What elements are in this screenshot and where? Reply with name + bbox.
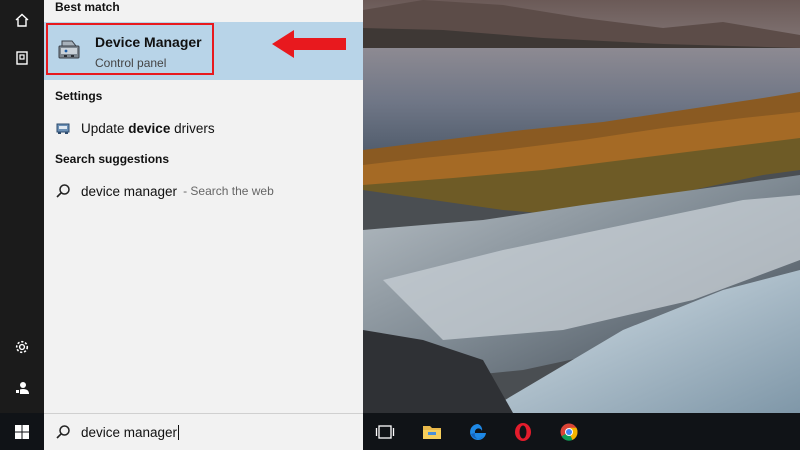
home-icon [15, 13, 29, 27]
text-caret [178, 425, 180, 440]
search-results-panel: Best match Device Manager Control panel … [44, 0, 363, 413]
taskbar-search-box[interactable]: device manager [44, 413, 363, 450]
windows-logo-icon [15, 424, 29, 439]
update-device-drivers-label: Update device drivers [81, 120, 215, 136]
opera-icon [515, 422, 531, 441]
web-suggestion-hint: - Search the web [183, 184, 274, 198]
file-explorer-button[interactable] [410, 413, 454, 450]
edge-icon [470, 423, 486, 440]
documents-button[interactable] [0, 38, 44, 78]
drivers-icon [56, 123, 70, 134]
red-arrow-annotation [272, 30, 346, 58]
search-suggestions-heading: Search suggestions [55, 152, 170, 166]
chrome-browser-button[interactable] [547, 413, 591, 450]
start-button[interactable] [0, 413, 44, 450]
device-manager-icon [58, 40, 80, 59]
desktop-wallpaper [363, 0, 800, 413]
task-view-icon [375, 424, 395, 439]
settings-heading: Settings [55, 89, 103, 103]
device-manager-title: Device Manager [95, 34, 202, 50]
search-icon [56, 425, 70, 439]
start-rail [0, 0, 44, 413]
task-view-button[interactable] [363, 413, 407, 450]
search-icon [56, 184, 70, 198]
web-suggestion-text: device manager [81, 183, 178, 199]
account-button[interactable] [0, 368, 44, 408]
opera-browser-button[interactable] [501, 413, 545, 450]
device-manager-subtitle: Control panel [95, 56, 167, 70]
settings-button[interactable] [0, 327, 44, 367]
update-device-drivers-item[interactable]: Update device drivers [44, 114, 363, 142]
file-explorer-icon [423, 425, 441, 439]
gear-icon [15, 340, 29, 354]
landscape-image [363, 0, 800, 413]
user-icon [15, 382, 29, 394]
web-suggestion-item[interactable]: device manager - Search the web [44, 177, 363, 205]
edge-browser-button[interactable] [456, 413, 500, 450]
chrome-icon [560, 423, 578, 441]
search-input[interactable]: device manager [81, 425, 180, 440]
taskbar: device manager [0, 413, 800, 450]
document-icon [16, 51, 28, 65]
best-match-heading: Best match [55, 0, 120, 14]
home-button[interactable] [0, 0, 44, 40]
